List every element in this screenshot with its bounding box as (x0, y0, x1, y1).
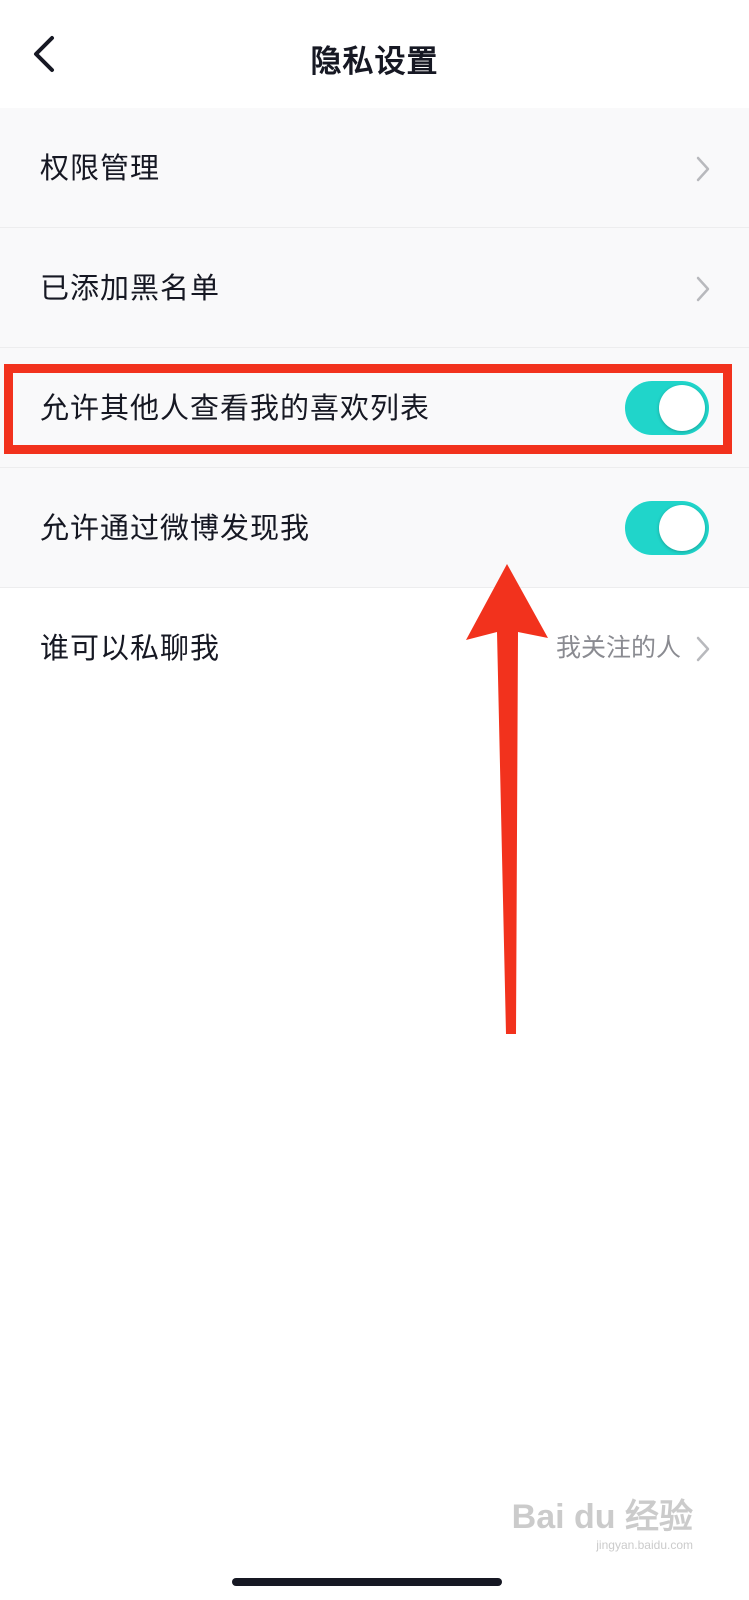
weibo-discovery-toggle[interactable] (625, 501, 709, 555)
likes-visibility-toggle[interactable] (625, 381, 709, 435)
setting-row-private-message[interactable]: 谁可以私聊我 我关注的人 (0, 588, 749, 708)
page-title: 隐私设置 (310, 44, 439, 80)
nav-bar: 隐私设置 (0, 0, 749, 110)
setting-label: 允许通过微博发现我 (40, 511, 311, 545)
setting-row-likes-visibility: 允许其他人查看我的喜欢列表 (0, 348, 749, 468)
setting-label: 权限管理 (40, 151, 161, 185)
setting-label: 谁可以私聊我 (40, 631, 221, 665)
setting-label: 已添加黑名单 (40, 271, 221, 305)
setting-row-blacklist[interactable]: 已添加黑名单 (0, 228, 749, 348)
setting-row-weibo-discovery: 允许通过微博发现我 (0, 468, 749, 588)
toggle-knob (659, 385, 705, 431)
chevron-right-icon (695, 635, 711, 663)
chevron-right-icon (695, 275, 711, 303)
toggle-knob (659, 505, 705, 551)
watermark-logo: Bai du 经验 (511, 1498, 693, 1536)
chevron-right-icon (695, 155, 711, 183)
setting-value: 我关注的人 (555, 633, 681, 662)
settings-list: 权限管理 已添加黑名单 允许其他人查看我的喜欢列表 允许通过微博发现我 谁可以私… (0, 108, 749, 708)
setting-label: 允许其他人查看我的喜欢列表 (40, 391, 431, 425)
watermark: Bai du 经验 jingyan.baidu.com (512, 1489, 693, 1552)
home-indicator[interactable] (232, 1578, 502, 1586)
setting-row-permissions[interactable]: 权限管理 (0, 108, 749, 228)
watermark-url: jingyan.baidu.com (596, 1538, 693, 1552)
